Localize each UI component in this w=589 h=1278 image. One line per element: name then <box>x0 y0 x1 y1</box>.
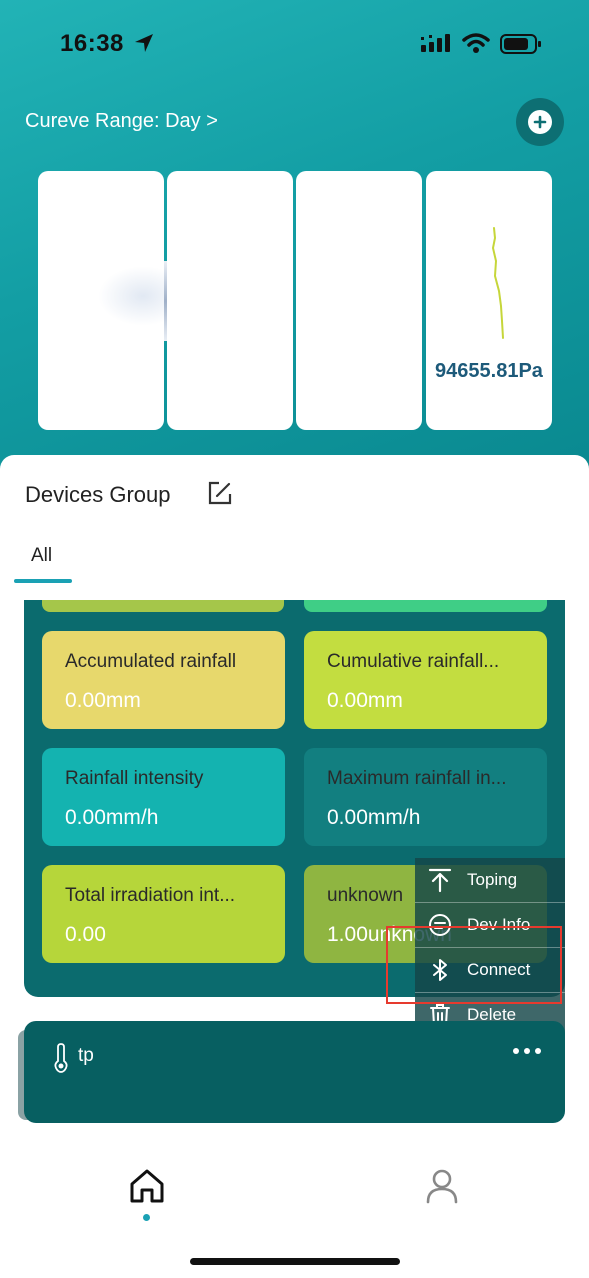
status-bar: 16:38 <box>0 0 589 90</box>
cellular-signal-icon <box>421 34 450 52</box>
device-name: tp <box>78 1045 94 1066</box>
connect-highlight-box <box>386 926 562 1004</box>
tile-partial <box>42 600 284 612</box>
more-options-icon[interactable] <box>512 1045 542 1057</box>
metric-label: Cumulative rainfall... <box>327 651 500 672</box>
pressure-sparkline <box>491 227 504 339</box>
home-icon[interactable] <box>128 1168 166 1204</box>
tab-all[interactable]: All <box>31 545 52 567</box>
bottom-navigation <box>0 1140 589 1278</box>
metric-tile-accumulated-rainfall[interactable]: Accumulated rainfall 0.00mm <box>42 631 285 729</box>
plus-icon <box>528 110 552 134</box>
chart-card-3[interactable] <box>296 171 422 430</box>
metric-label: Rainfall intensity <box>65 768 204 789</box>
chart-card-2[interactable] <box>164 171 293 430</box>
home-indicator <box>190 1258 400 1265</box>
metric-tile-total-irradiation[interactable]: Total irradiation int... 0.00 <box>42 865 285 963</box>
metric-label: Total irradiation int... <box>65 885 236 906</box>
user-icon[interactable] <box>424 1168 460 1204</box>
metric-label: Maximum rainfall in... <box>327 768 507 789</box>
metric-value: 0.00mm/h <box>65 806 159 829</box>
edit-icon[interactable] <box>207 480 233 506</box>
thermometer-icon <box>54 1043 68 1073</box>
metric-value: 0.00mm/h <box>327 806 421 829</box>
battery-icon <box>500 34 541 54</box>
devices-group-title: Devices Group <box>25 482 171 507</box>
metric-label: Accumulated rainfall <box>65 651 237 672</box>
menu-item-toping[interactable]: Toping <box>415 858 565 902</box>
metric-tile-cumulative-rainfall[interactable]: Cumulative rainfall... 0.00mm <box>304 631 547 729</box>
pin-top-icon <box>428 868 452 893</box>
metric-value: 0.00 <box>65 923 106 946</box>
tile-partial <box>304 600 547 612</box>
menu-item-label: Toping <box>467 870 518 889</box>
chart-card-1[interactable] <box>38 171 188 430</box>
metric-tile-rainfall-intensity[interactable]: Rainfall intensity 0.00mm/h <box>42 748 285 846</box>
metric-value: 0.00mm <box>327 689 403 712</box>
wifi-icon <box>462 33 490 53</box>
location-arrow-icon <box>135 34 153 52</box>
active-tab-dot <box>143 1214 150 1221</box>
chart-card-4[interactable]: 94655.81Pa <box>426 171 552 430</box>
metric-value: 0.00mm <box>65 689 141 712</box>
status-time: 16:38 <box>60 30 124 57</box>
tab-active-indicator <box>14 579 72 583</box>
pressure-value: 94655.81Pa <box>435 360 543 382</box>
metric-tile-maximum-rainfall[interactable]: Maximum rainfall in... 0.00mm/h <box>304 748 547 846</box>
add-device-button[interactable] <box>516 98 564 146</box>
chart-line <box>164 261 167 341</box>
device-card-tp[interactable]: tp <box>24 1021 565 1123</box>
curve-range-selector[interactable]: Cureve Range: Day > <box>25 110 218 133</box>
